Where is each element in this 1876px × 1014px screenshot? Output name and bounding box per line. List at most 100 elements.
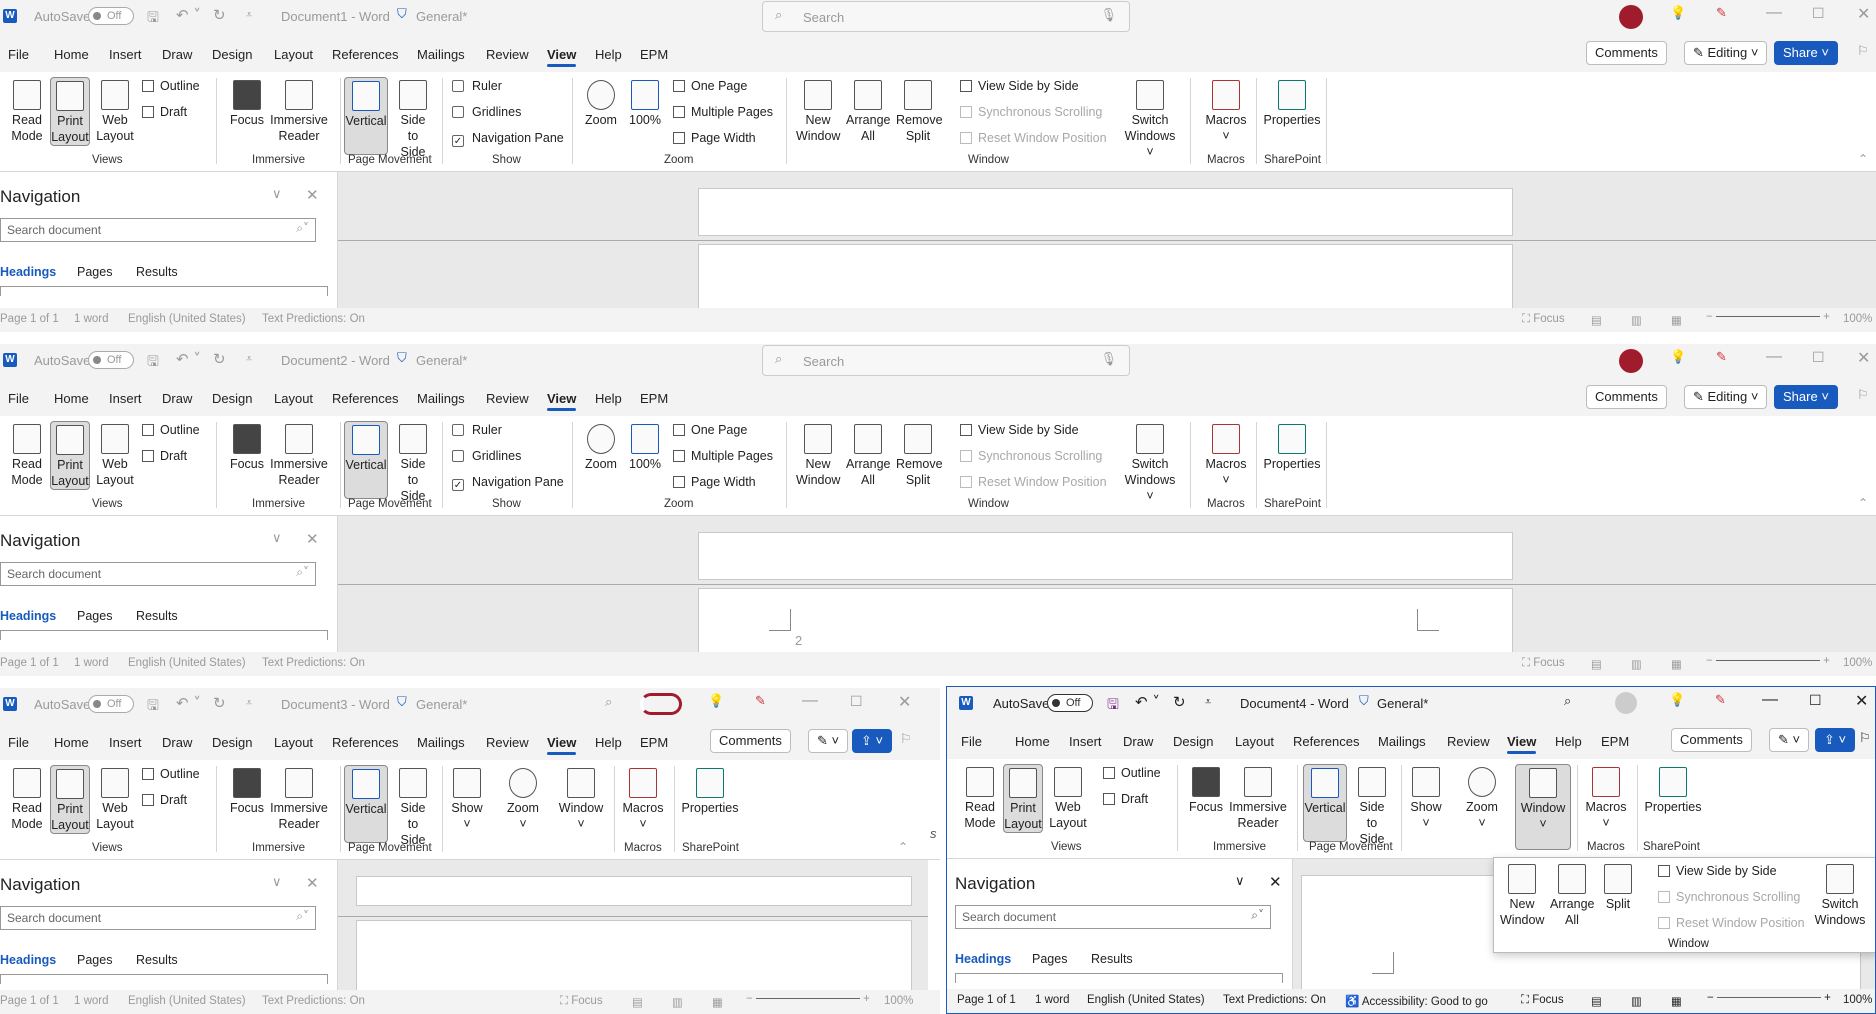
focus-button[interactable]: Focus — [228, 80, 266, 128]
page-width-button[interactable]: Page Width — [673, 475, 756, 489]
close-pane-icon[interactable]: ✕ — [306, 186, 319, 204]
close-pane-icon[interactable]: ✕ — [306, 530, 319, 548]
comments-button[interactable]: Comments — [710, 729, 791, 753]
tab-epm[interactable]: EPM — [1601, 734, 1629, 749]
reset-window-position-button[interactable]: Reset Window Position — [960, 475, 1107, 489]
avatar[interactable] — [640, 693, 682, 715]
page-count[interactable]: Page 1 of 1 — [0, 313, 59, 325]
nav-tab-headings[interactable]: Headings — [0, 609, 56, 623]
switch-windows-button[interactable]: Switch Windows ˅ — [1122, 424, 1178, 504]
tab-references[interactable]: References — [332, 47, 398, 62]
window-button[interactable]: Window ˅ — [556, 768, 606, 832]
undo-icon[interactable]: ↶ ˅ — [176, 350, 201, 368]
collapse-ribbon-icon[interactable]: ⌃ — [1858, 496, 1868, 510]
minimize-icon[interactable]: — — [1762, 691, 1778, 709]
feedback-icon[interactable]: ⚐ — [1857, 388, 1869, 403]
feedback-icon[interactable]: ⚐ — [1859, 731, 1871, 746]
autosave-toggle[interactable]: Off — [1047, 694, 1093, 712]
focus-mode[interactable]: ⛶ Focus — [1522, 657, 1565, 670]
tab-epm[interactable]: EPM — [640, 735, 668, 750]
chevron-down-icon[interactable]: ∨ — [272, 531, 282, 546]
read-mode-button[interactable]: Read Mode — [8, 768, 46, 832]
reset-window-position-button[interactable]: Reset Window Position — [1658, 916, 1805, 930]
outline-button[interactable]: Outline — [142, 79, 200, 93]
read-mode-icon[interactable]: ▤ — [1591, 313, 1602, 327]
nav-tab-headings[interactable]: Headings — [955, 952, 1011, 966]
language[interactable]: English (United States) — [128, 657, 246, 669]
collapse-ribbon-icon[interactable]: ⌃ — [1858, 152, 1868, 166]
save-icon[interactable]: 🖫 — [147, 351, 159, 375]
close-pane-icon[interactable]: ✕ — [1269, 873, 1282, 891]
web-layout-icon[interactable]: ▦ — [712, 995, 723, 1009]
zoom-button[interactable]: Zoom ˅ — [504, 768, 542, 832]
tab-layout[interactable]: Layout — [274, 47, 313, 62]
focus-mode[interactable]: ⛶ Focus — [1522, 313, 1565, 326]
new-window-button[interactable]: New Window — [1500, 864, 1544, 928]
ruler-checkbox[interactable]: Ruler — [452, 423, 502, 437]
properties-button[interactable]: Properties — [678, 768, 742, 816]
tab-layout[interactable]: Layout — [274, 735, 313, 750]
tab-references[interactable]: References — [1293, 734, 1359, 749]
feedback-icon[interactable]: ⚐ — [900, 732, 912, 747]
switch-windows-button[interactable]: Switch Windows — [1812, 864, 1868, 928]
share-button[interactable]: ⇪ ˅ — [1815, 728, 1856, 752]
maximize-icon[interactable]: ☐ — [1809, 692, 1822, 709]
search-document-input[interactable]: Search document ⌕˅ — [0, 218, 316, 242]
word-count[interactable]: 1 word — [74, 313, 109, 325]
minimize-icon[interactable]: — — [1766, 348, 1782, 366]
read-mode-icon[interactable]: ▤ — [1591, 657, 1602, 671]
search-box[interactable]: ⌕ Search 🎙 — [762, 345, 1130, 376]
tab-mailings[interactable]: Mailings — [417, 47, 465, 62]
view-side-by-side-button[interactable]: View Side by Side — [1658, 864, 1777, 878]
lightbulb-icon[interactable]: 💡 — [708, 694, 724, 709]
nav-tab-headings[interactable]: Headings — [0, 953, 56, 967]
tab-view[interactable]: View — [547, 391, 577, 411]
nav-tab-pages[interactable]: Pages — [77, 953, 112, 967]
print-layout-icon[interactable]: ▥ — [672, 995, 683, 1009]
draft-button[interactable]: Draft — [142, 105, 187, 119]
customize-qat-icon[interactable]: ⩡ — [246, 8, 252, 22]
share-button[interactable]: ⇪ ˅ — [852, 729, 893, 753]
save-icon[interactable]: 🖫 — [147, 695, 159, 719]
remove-split-button[interactable]: Remove Split — [896, 424, 943, 488]
tab-view[interactable]: View — [547, 735, 577, 755]
web-layout-button[interactable]: Web Layout — [96, 768, 134, 832]
editing-button[interactable]: ✎ Editing ˅ — [1684, 385, 1768, 409]
tab-help[interactable]: Help — [595, 47, 622, 62]
autosave-toggle[interactable]: Off — [88, 695, 134, 713]
zoom-level[interactable]: 100% — [1843, 994, 1872, 1006]
chevron-down-icon[interactable]: ∨ — [272, 187, 282, 202]
word-count[interactable]: 1 word — [1035, 994, 1070, 1006]
page-count[interactable]: Page 1 of 1 — [0, 657, 59, 669]
read-mode-icon[interactable]: ▤ — [632, 995, 643, 1009]
web-layout-icon[interactable]: ▦ — [1671, 994, 1682, 1008]
close-icon[interactable]: ✕ — [1855, 691, 1868, 711]
autosave-toggle[interactable]: Off — [88, 351, 134, 369]
multiple-pages-button[interactable]: Multiple Pages — [673, 105, 773, 119]
tab-insert[interactable]: Insert — [109, 391, 142, 406]
zoom-level[interactable]: 100% — [1843, 313, 1872, 325]
language[interactable]: English (United States) — [128, 995, 246, 1007]
arrange-all-button[interactable]: Arrange All — [846, 424, 890, 488]
focus-button[interactable]: Focus — [228, 424, 266, 472]
accessibility-status[interactable]: ♿ Accessibility: Good to go — [1345, 994, 1488, 1008]
save-icon[interactable]: 🖫 — [147, 7, 159, 31]
search-box[interactable]: ⌕ Search 🎙 — [762, 1, 1130, 32]
focus-mode[interactable]: ⛶ Focus — [1521, 994, 1564, 1007]
read-mode-button[interactable]: Read Mode — [8, 80, 46, 144]
maximize-icon[interactable]: ☐ — [850, 693, 863, 710]
tab-help[interactable]: Help — [595, 735, 622, 750]
pen-icon[interactable]: ✎ — [1716, 6, 1727, 21]
maximize-icon[interactable]: ☐ — [1812, 5, 1825, 22]
focus-button[interactable]: Focus — [228, 768, 266, 816]
nav-tab-pages[interactable]: Pages — [77, 609, 112, 623]
tab-draw[interactable]: Draw — [162, 735, 192, 750]
print-layout-button[interactable]: Print Layout — [50, 765, 90, 834]
tab-review[interactable]: Review — [486, 735, 529, 750]
comments-button[interactable]: Comments — [1671, 728, 1752, 752]
multiple-pages-button[interactable]: Multiple Pages — [673, 449, 773, 463]
read-mode-icon[interactable]: ▤ — [1591, 994, 1602, 1008]
lightbulb-icon[interactable]: 💡 — [1670, 6, 1686, 21]
view-side-by-side-button[interactable]: View Side by Side — [960, 79, 1079, 93]
vertical-button[interactable]: Vertical — [344, 421, 388, 499]
